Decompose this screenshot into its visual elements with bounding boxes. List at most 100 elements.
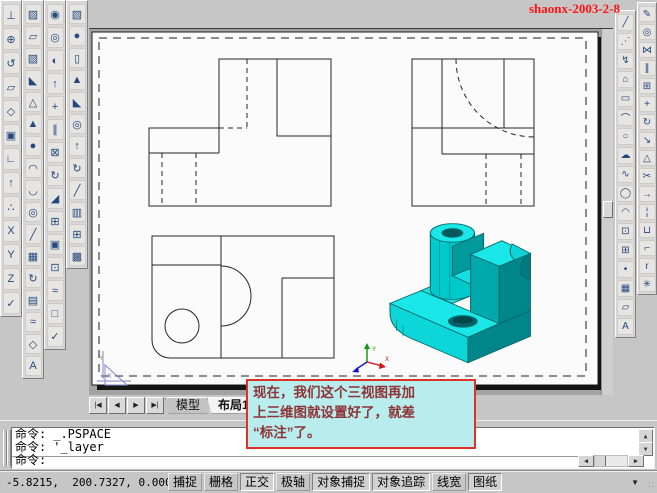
tab-scroll-first-button[interactable]: |◀ [89, 397, 107, 414]
break-point-icon[interactable]: ¦ [639, 204, 656, 220]
tabulated-surface-icon[interactable]: ▤ [25, 290, 42, 310]
dish-icon[interactable]: ◡ [25, 180, 42, 200]
command-scroll-left-button[interactable]: ◀ [578, 455, 594, 467]
intersect-icon[interactable]: ◐ [47, 50, 64, 71]
command-input-line[interactable]: 命令: [15, 454, 46, 467]
ucs-world-icon[interactable]: ⊕ [3, 28, 20, 50]
lineweight-toggle[interactable]: 线宽 [432, 473, 466, 491]
hatch-icon[interactable]: ▦ [617, 280, 634, 297]
edge-surface-icon[interactable]: ◇ [25, 334, 42, 354]
command-scroll-right-button[interactable]: ▶ [628, 455, 644, 467]
ucs-z-rotate-icon[interactable]: Z [3, 268, 20, 290]
taper-faces-icon[interactable]: ◢ [47, 188, 64, 209]
command-horizontal-scrollbar[interactable]: ◀ ▶ [578, 455, 644, 467]
ucs-z-axis-icon[interactable]: ↑ [3, 172, 20, 194]
stretch-icon[interactable]: △ [639, 150, 656, 166]
polygon-icon[interactable]: ⌂ [617, 71, 634, 88]
delete-faces-icon[interactable]: ⊠ [47, 142, 64, 163]
section-icon[interactable]: ▥ [69, 202, 86, 222]
box-surface-icon[interactable]: ▧ [25, 48, 42, 68]
command-scroll-up-button[interactable]: ▲ [638, 429, 653, 443]
sphere-surface-icon[interactable]: ● [25, 136, 42, 156]
shell-icon[interactable]: □ [47, 303, 64, 324]
polar-toggle[interactable]: 极轴 [276, 473, 310, 491]
3d-face-icon[interactable]: ▱ [25, 26, 42, 46]
tab-scroll-prev-button[interactable]: ◀ [108, 397, 126, 414]
osnap-toggle[interactable]: 对象捕捉 [312, 473, 370, 491]
multiline-text-icon[interactable]: A [617, 318, 634, 335]
ucs-object-icon[interactable]: ◇ [3, 100, 20, 122]
scale-icon[interactable]: ↘ [639, 132, 656, 148]
3d-mesh-icon[interactable]: ▦ [25, 246, 42, 266]
polyline-icon[interactable]: ↯ [617, 52, 634, 69]
drawing-canvas[interactable]: Y X Y X [89, 28, 613, 395]
ucs-origin-icon[interactable]: ∟ [3, 148, 20, 170]
copy-icon[interactable]: ◎ [639, 24, 656, 40]
circle-icon[interactable]: ○ [617, 128, 634, 145]
subtract-icon[interactable]: ◎ [47, 27, 64, 48]
box-icon[interactable]: ▧ [69, 4, 86, 24]
cone-icon[interactable]: ▲ [69, 70, 86, 90]
array-icon[interactable]: ⊞ [639, 78, 656, 94]
tab-model[interactable]: 模型 [165, 397, 211, 414]
ucs-icon[interactable]: ⊥ [3, 4, 20, 26]
ucs-view-icon[interactable]: ▣ [3, 124, 20, 146]
make-block-icon[interactable]: ⊞ [617, 242, 634, 259]
move-icon[interactable]: + [639, 96, 656, 112]
grid-toggle[interactable]: 栅格 [204, 473, 238, 491]
ruled-surface-icon[interactable]: ≈ [25, 312, 42, 332]
extrude-icon[interactable]: ↑ [69, 136, 86, 156]
insert-block-icon[interactable]: ⊡ [617, 223, 634, 240]
region-icon[interactable]: ▱ [617, 299, 634, 316]
ortho-toggle[interactable]: 正交 [240, 473, 274, 491]
2d-solid-icon[interactable]: ▨ [25, 4, 42, 24]
move-faces-icon[interactable]: + [47, 96, 64, 117]
imprint-icon[interactable]: ⊡ [47, 257, 64, 278]
offset-icon[interactable]: ∥ [639, 60, 656, 76]
otrack-toggle[interactable]: 对象追踪 [372, 473, 430, 491]
ellipse-arc-icon[interactable]: ◠ [617, 204, 634, 221]
mirror-icon[interactable]: ⋈ [639, 42, 656, 58]
command-hscroll-track[interactable] [594, 455, 628, 467]
dome-icon[interactable]: ◠ [25, 158, 42, 178]
copy-faces-icon[interactable]: ⊞ [47, 211, 64, 232]
revolve-icon[interactable]: ↻ [69, 158, 86, 178]
color-faces-icon[interactable]: ▣ [47, 234, 64, 255]
arc-icon[interactable]: ⌒ [617, 109, 634, 126]
setup-drawing-icon[interactable]: ▩ [69, 246, 86, 266]
cylinder-icon[interactable]: ▯ [69, 48, 86, 68]
ucs-3point-icon[interactable]: ∴ [3, 196, 20, 218]
union-icon[interactable]: ◉ [47, 4, 64, 25]
torus-icon[interactable]: ◎ [69, 114, 86, 134]
ellipse-icon[interactable]: ◯ [617, 185, 634, 202]
construction-line-icon[interactable]: ⋰ [617, 33, 634, 50]
sphere-icon[interactable]: ● [69, 26, 86, 46]
explode-icon[interactable]: ✳ [639, 276, 656, 292]
erase-icon[interactable]: ✎ [639, 6, 656, 22]
paper-model-toggle[interactable]: 图纸 [468, 473, 502, 491]
spline-icon[interactable]: ∿ [617, 166, 634, 183]
rotate-icon[interactable]: ↻ [639, 114, 656, 130]
offset-faces-icon[interactable]: ∥ [47, 119, 64, 140]
canvas-scrollbar-thumb[interactable] [603, 201, 613, 218]
snap-toggle[interactable]: 捕捉 [168, 473, 202, 491]
text-style-icon[interactable]: A [25, 356, 42, 376]
ucs-y-rotate-icon[interactable]: Y [3, 244, 20, 266]
status-bar-menu-arrow[interactable]: ▼ [631, 478, 639, 487]
ucs-x-rotate-icon[interactable]: X [3, 220, 20, 242]
rotate-faces-icon[interactable]: ↻ [47, 165, 64, 186]
point-icon[interactable]: • [617, 261, 634, 278]
rectangle-icon[interactable]: ▭ [617, 90, 634, 107]
extrude-faces-icon[interactable]: ↑ [47, 73, 64, 94]
ucs-previous-icon[interactable]: ↺ [3, 52, 20, 74]
clean-icon[interactable]: ≈ [47, 280, 64, 301]
wedge-surface-icon[interactable]: ◣ [25, 70, 42, 90]
interfere-icon[interactable]: ⊞ [69, 224, 86, 244]
ucs-face-icon[interactable]: ▱ [3, 76, 20, 98]
ucs-apply-icon[interactable]: ✓ [3, 292, 20, 314]
pyramid-icon[interactable]: △ [25, 92, 42, 112]
slice-icon[interactable]: ╱ [69, 180, 86, 200]
check-icon[interactable]: ✓ [47, 326, 64, 347]
tab-scroll-last-button[interactable]: ▶| [146, 397, 164, 414]
cone-surface-icon[interactable]: ▲ [25, 114, 42, 134]
